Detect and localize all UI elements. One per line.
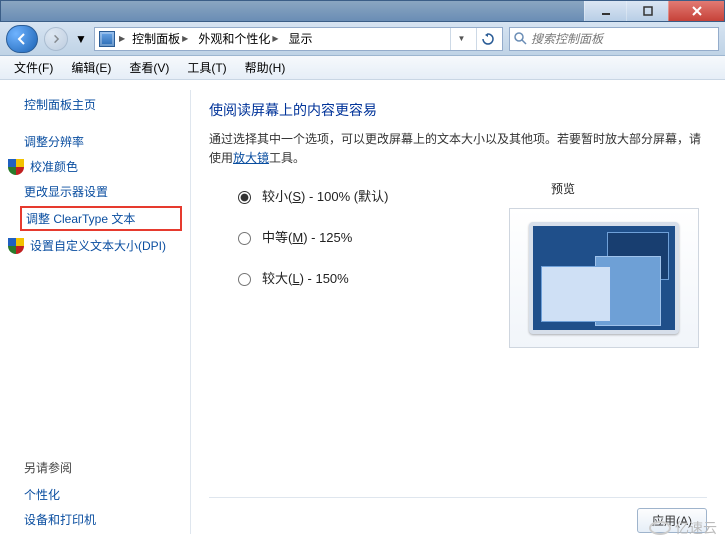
shield-icon — [8, 159, 24, 175]
search-icon — [514, 32, 527, 45]
content-pane: 使阅读屏幕上的内容更容易 通过选择其中一个选项，可以更改屏幕上的文本大小以及其他… — [191, 80, 725, 544]
menu-view[interactable]: 查看(V) — [121, 56, 177, 79]
window-maximize-button[interactable] — [626, 1, 668, 21]
breadcrumb[interactable]: 控制面板 ▶ — [129, 28, 191, 49]
sidebar: 控制面板主页 调整分辨率 校准颜色 更改显示器设置 调整 ClearType 文… — [0, 80, 190, 544]
sidebar-item-cleartype[interactable]: 调整 ClearType 文本 — [26, 212, 135, 226]
chevron-right-icon: ▶ — [119, 34, 125, 43]
see-also-heading: 另请参阅 — [0, 459, 190, 482]
nav-back-button[interactable] — [6, 25, 38, 53]
menu-help[interactable]: 帮助(H) — [237, 56, 294, 79]
breadcrumb[interactable]: 外观和个性化 ▶ — [195, 28, 281, 49]
nav-history-dropdown[interactable]: ▼ — [74, 25, 88, 53]
menu-file[interactable]: 文件(F) — [6, 56, 61, 79]
navigation-bar: ▼ ▶ 控制面板 ▶ 外观和个性化 ▶ 显示 ▼ 搜索控制面板 — [0, 22, 725, 56]
control-panel-icon — [99, 31, 115, 47]
address-dropdown-button[interactable]: ▼ — [450, 28, 472, 50]
nav-forward-button[interactable] — [44, 27, 68, 51]
page-title: 使阅读屏幕上的内容更容易 — [209, 100, 707, 120]
size-option-smaller[interactable]: 较小(S) - 100% (默认) — [233, 186, 707, 205]
radio-medium[interactable] — [238, 232, 251, 245]
sidebar-item-display-settings[interactable]: 更改显示器设置 — [24, 183, 108, 200]
menu-bar: 文件(F) 编辑(E) 查看(V) 工具(T) 帮助(H) — [0, 56, 725, 80]
radio-larger[interactable] — [238, 273, 251, 286]
watermark: 亿速云 — [649, 518, 717, 538]
see-also-devices-printers[interactable]: 设备和打印机 — [24, 511, 96, 528]
sidebar-item-resolution[interactable]: 调整分辨率 — [24, 133, 84, 150]
chevron-right-icon: ▶ — [272, 34, 278, 43]
sidebar-item-custom-dpi[interactable]: 设置自定义文本大小(DPI) — [30, 237, 166, 254]
menu-tools[interactable]: 工具(T) — [179, 56, 234, 79]
preview-image — [509, 208, 699, 348]
search-placeholder: 搜索控制面板 — [531, 30, 603, 47]
window-close-button[interactable] — [668, 1, 724, 21]
breadcrumb[interactable]: 显示 — [286, 28, 316, 49]
search-input[interactable]: 搜索控制面板 — [509, 27, 719, 51]
preview-label: 预览 — [551, 180, 575, 197]
separator — [209, 497, 707, 498]
magnifier-link[interactable]: 放大镜 — [233, 151, 269, 165]
page-description: 通过选择其中一个选项，可以更改屏幕上的文本大小以及其他项。若要暂时放大部分屏幕，… — [209, 130, 707, 168]
refresh-button[interactable] — [476, 28, 498, 50]
sidebar-item-highlighted: 调整 ClearType 文本 — [20, 206, 182, 231]
chevron-right-icon: ▶ — [182, 34, 188, 43]
shield-icon — [8, 238, 24, 254]
sidebar-item-calibrate-color[interactable]: 校准颜色 — [30, 158, 78, 175]
monitor-icon — [529, 222, 679, 334]
window-minimize-button[interactable] — [584, 1, 626, 21]
address-bar[interactable]: ▶ 控制面板 ▶ 外观和个性化 ▶ 显示 ▼ — [94, 27, 503, 51]
watermark-icon — [649, 521, 671, 535]
see-also-personalization[interactable]: 个性化 — [24, 486, 60, 503]
radio-smaller[interactable] — [238, 191, 251, 204]
window-titlebar — [0, 0, 725, 22]
menu-edit[interactable]: 编辑(E) — [63, 56, 119, 79]
sidebar-home-link[interactable]: 控制面板主页 — [24, 96, 96, 113]
